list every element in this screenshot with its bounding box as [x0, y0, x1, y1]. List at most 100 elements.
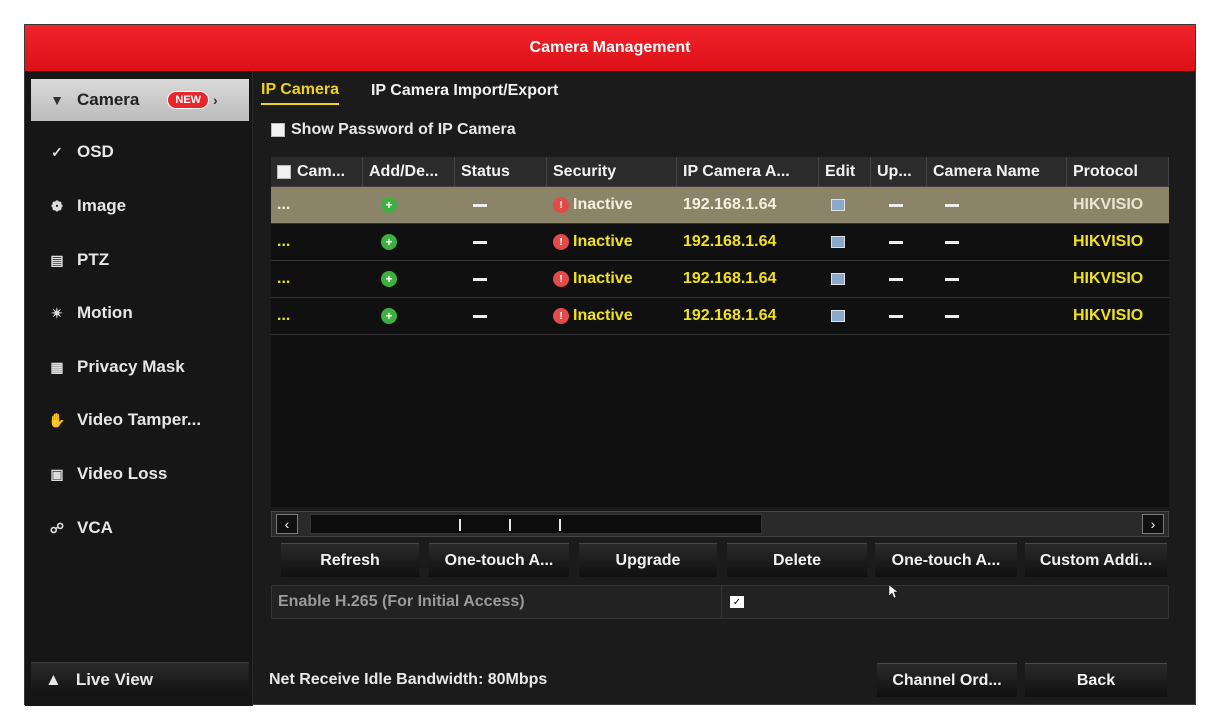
sidebar-item-camera[interactable]: ▼ Camera NEW ›: [31, 79, 249, 121]
status-cell: [455, 298, 547, 334]
security-cell: ! Inactive: [547, 298, 677, 334]
sidebar-item-motion[interactable]: ✴ Motion: [31, 292, 249, 334]
sidebar-item-video-loss[interactable]: ▣ Video Loss: [31, 453, 249, 495]
sidebar-item-label: Camera: [77, 90, 140, 109]
status-cell: [455, 224, 547, 260]
sidebar-item-osd[interactable]: ✓ OSD: [31, 131, 249, 173]
video-loss-icon: ▣: [50, 465, 64, 482]
edit-icon[interactable]: [819, 298, 871, 334]
sidebar-item-vca[interactable]: ☍ VCA: [31, 507, 249, 549]
dash-icon: [945, 277, 959, 281]
mouse-cursor-icon: [889, 585, 899, 599]
sidebar-item-image[interactable]: ❁ Image: [31, 185, 249, 227]
show-password-option[interactable]: Show Password of IP Camera: [271, 121, 516, 139]
select-all-checkbox[interactable]: [277, 164, 291, 179]
cell-ip: 192.168.1.64: [683, 233, 777, 250]
cell-cam: ...: [277, 196, 291, 213]
sidebar-item-label: Motion: [77, 303, 133, 322]
edit-icon[interactable]: [819, 224, 871, 260]
dash-icon: [473, 314, 487, 318]
sidebar-item-label: Video Loss: [77, 464, 168, 483]
show-password-label: Show Password of IP Camera: [291, 121, 516, 138]
scroll-right-icon[interactable]: ›: [1142, 514, 1164, 534]
table-row[interactable]: ... + ! Inactive 192.168.1.64 HIKVISIO: [271, 187, 1169, 224]
osd-icon: ✓: [51, 143, 63, 160]
dash-icon: [889, 240, 903, 244]
privacy-mask-icon: ▦: [50, 358, 64, 375]
sidebar-item-privacy-mask[interactable]: ▦ Privacy Mask: [31, 346, 249, 388]
back-button[interactable]: Back: [1025, 663, 1167, 697]
motion-icon: ✴: [51, 304, 63, 321]
dash-icon: [889, 314, 903, 318]
table-row[interactable]: ... + ! Inactive 192.168.1.64 HIKVISIO: [271, 224, 1169, 261]
live-view-label: Live View: [75, 669, 154, 689]
window-title: Camera Management: [25, 25, 1195, 71]
sidebar-item-label: VCA: [77, 518, 113, 537]
column-header-ip[interactable]: IP Camera A...: [677, 157, 819, 186]
column-header-protocol[interactable]: Protocol: [1067, 157, 1169, 186]
cell-ip: 192.168.1.64: [683, 270, 777, 287]
dash-icon: [889, 277, 903, 281]
edit-icon[interactable]: [819, 187, 871, 223]
tab-ip-camera-import-export[interactable]: IP Camera Import/Export: [371, 82, 558, 104]
horizontal-scrollbar[interactable]: ‹ ›: [271, 511, 1169, 537]
camera-name-cell: [927, 187, 1067, 223]
tab-bar: IP Camera IP Camera Import/Export: [261, 77, 590, 109]
sidebar-item-label: OSD: [77, 142, 114, 161]
custom-adding-button[interactable]: Custom Addi...: [1025, 543, 1167, 577]
security-cell: ! Inactive: [547, 261, 677, 297]
cell-protocol: HIKVISIO: [1073, 233, 1144, 250]
column-header-camera-name[interactable]: Camera Name: [927, 157, 1067, 186]
sidebar: ▼ Camera NEW › ✓ OSD ❁ Image ▤ PTZ ✴ Mot…: [25, 71, 253, 706]
dash-icon: [889, 203, 903, 207]
column-header-security[interactable]: Security: [547, 157, 677, 186]
upgrade-cell: [871, 187, 927, 223]
upgrade-button[interactable]: Upgrade: [579, 543, 717, 577]
add-camera-icon[interactable]: +: [363, 261, 455, 297]
home-icon: ▲: [45, 669, 62, 689]
column-header-upgrade[interactable]: Up...: [871, 157, 927, 186]
sidebar-item-label: Video Tamper...: [77, 410, 202, 429]
cell-protocol: HIKVISIO: [1073, 307, 1144, 324]
table-row[interactable]: ... + ! Inactive 192.168.1.64 HIKVISIO: [271, 298, 1169, 335]
delete-button[interactable]: Delete: [727, 543, 867, 577]
warning-icon: !: [553, 197, 569, 213]
channel-order-button[interactable]: Channel Ord...: [877, 663, 1017, 697]
add-camera-icon[interactable]: +: [363, 224, 455, 260]
scroll-left-icon[interactable]: ‹: [276, 514, 298, 534]
one-touch-adding-button[interactable]: One-touch A...: [875, 543, 1017, 577]
security-cell: ! Inactive: [547, 224, 677, 260]
edit-icon[interactable]: [819, 261, 871, 297]
camera-name-cell: [927, 298, 1067, 334]
one-touch-activate-button[interactable]: One-touch A...: [429, 543, 569, 577]
new-badge: NEW: [167, 91, 210, 109]
status-cell: [455, 261, 547, 297]
show-password-checkbox[interactable]: [271, 123, 285, 137]
h265-option-row: Enable H.265 (For Initial Access) ✓: [271, 585, 1169, 619]
warning-icon: !: [553, 271, 569, 287]
add-camera-icon[interactable]: +: [363, 187, 455, 223]
table-row[interactable]: ... + ! Inactive 192.168.1.64 HIKVISIO: [271, 261, 1169, 298]
h265-checkbox[interactable]: ✓: [730, 596, 744, 608]
camera-name-cell: [927, 224, 1067, 260]
live-view-button[interactable]: ▲ Live View: [31, 662, 249, 696]
column-header-status[interactable]: Status: [455, 157, 547, 186]
column-header-cam[interactable]: Cam...: [271, 157, 363, 186]
column-header-edit[interactable]: Edit: [819, 157, 871, 186]
dash-icon: [473, 240, 487, 244]
dash-icon: [473, 203, 487, 207]
sidebar-item-label: Image: [77, 196, 127, 215]
refresh-button[interactable]: Refresh: [281, 543, 419, 577]
h265-label: Enable H.265 (For Initial Access): [272, 586, 722, 618]
sidebar-item-ptz[interactable]: ▤ PTZ: [31, 239, 249, 281]
image-icon: ❁: [51, 197, 63, 214]
sidebar-item-video-tamper[interactable]: ✋ Video Tamper...: [31, 399, 249, 441]
cell-ip: 192.168.1.64: [683, 307, 777, 324]
tab-ip-camera[interactable]: IP Camera: [261, 81, 339, 105]
dash-icon: [945, 240, 959, 244]
ip-camera-table: Cam... Add/De... Status Security IP Came…: [271, 157, 1169, 507]
column-header-add-delete[interactable]: Add/De...: [363, 157, 455, 186]
scrollbar-thumb[interactable]: [310, 514, 762, 534]
camera-icon: ▼: [50, 92, 64, 108]
add-camera-icon[interactable]: +: [363, 298, 455, 334]
